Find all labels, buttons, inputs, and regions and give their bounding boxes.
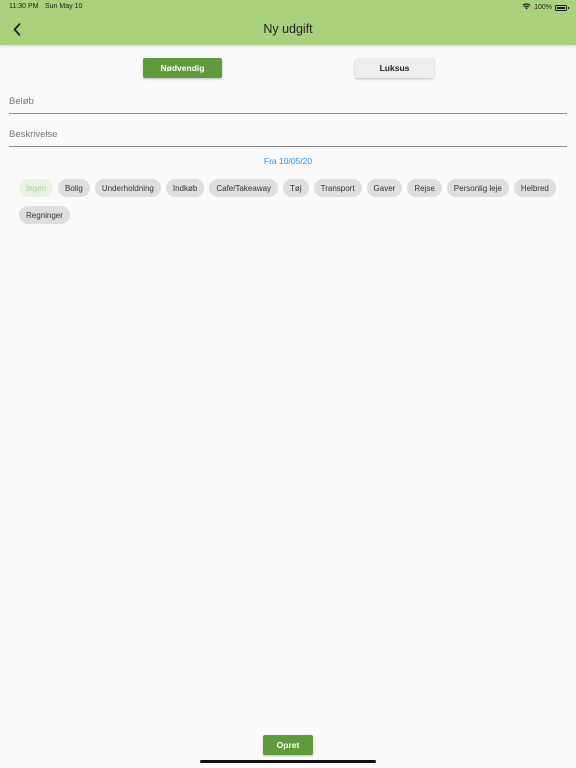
category-chip[interactable]: Rejse [407, 179, 442, 197]
category-chip[interactable]: Bolig [58, 179, 90, 197]
create-button[interactable]: Opret [263, 735, 313, 755]
luxury-button[interactable]: Luksus [355, 58, 434, 78]
category-chip[interactable]: Personlig leje [446, 179, 509, 197]
battery-icon [555, 4, 569, 11]
battery-level [557, 6, 565, 9]
category-chips: Ingen Bolig Underholdning Indkøb Cafe/Takeaw… [19, 179, 564, 224]
battery-tip [567, 7, 569, 9]
amount-field-container [9, 90, 567, 114]
necessary-button[interactable]: Nødvendig [143, 58, 222, 78]
category-chip[interactable]: Underholdning [94, 179, 161, 197]
amount-field[interactable] [9, 90, 567, 113]
date-picker-link[interactable]: Fra 10/05/20 [0, 156, 576, 166]
app-screen: 11:30 PM Sun May 10 100% Ny udgift Nødve… [0, 0, 576, 768]
category-chip[interactable]: Transport [313, 179, 362, 197]
category-chip[interactable]: Indkøb [165, 179, 205, 197]
wifi-icon [522, 3, 531, 12]
description-field[interactable] [9, 123, 567, 146]
category-chip[interactable]: Ingen [19, 179, 54, 197]
page-title: Ny udgift [263, 22, 313, 36]
description-field-container [9, 123, 567, 147]
category-chip[interactable]: Regninger [19, 206, 70, 224]
category-chip[interactable]: Gaver [366, 179, 403, 197]
status-indicators: 100% [522, 3, 569, 12]
status-date: Sun May 10 [45, 3, 83, 10]
status-time: 11:30 PM [9, 3, 39, 10]
category-chip[interactable]: Helbred [513, 179, 556, 197]
battery-percent: 100% [534, 4, 552, 11]
nav-header: 11:30 PM Sun May 10 100% Ny udgift [0, 0, 576, 45]
category-chip[interactable]: Tøj [283, 179, 309, 197]
category-chip[interactable]: Cafe/Takeaway [209, 179, 279, 197]
home-indicator [200, 760, 376, 763]
status-bar: 11:30 PM Sun May 10 100% [0, 0, 576, 14]
